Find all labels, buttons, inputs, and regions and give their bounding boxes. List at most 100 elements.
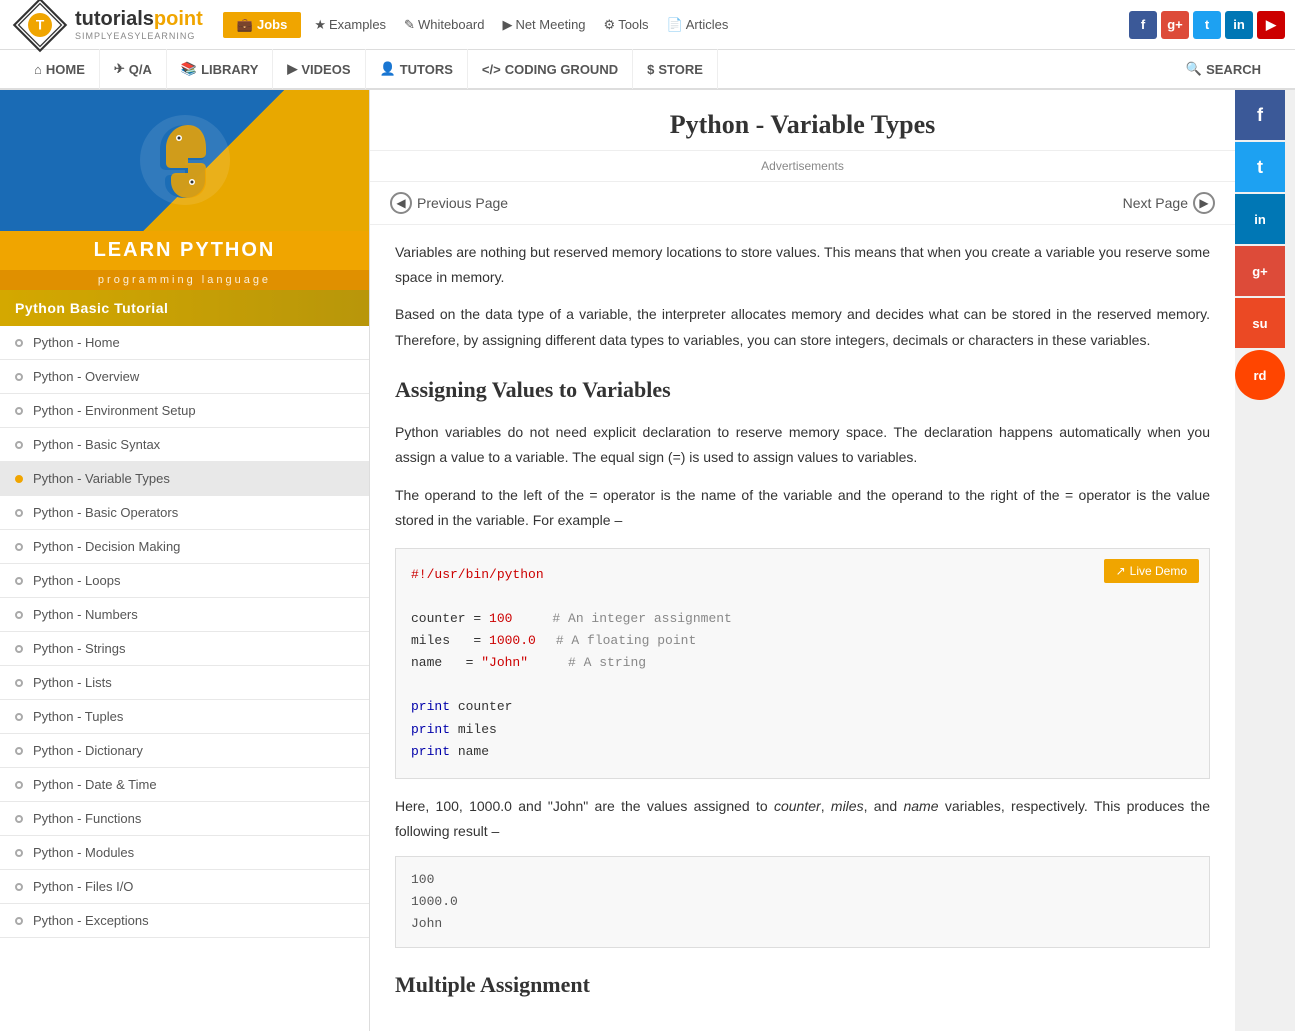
svg-text:T: T [36, 17, 45, 32]
qa-icon: ✈ [114, 61, 125, 77]
python-logo [135, 110, 235, 213]
prev-arrow-icon: ◀ [390, 192, 412, 214]
next-arrow-icon: ▶ [1193, 192, 1215, 214]
next-page-button[interactable]: Next Page ▶ [1123, 192, 1215, 214]
coding-icon: </> [482, 62, 501, 77]
sidebar-sub-label: programming language [0, 270, 369, 290]
whiteboard-link[interactable]: ✎ Whiteboard [399, 17, 489, 33]
sidebar-item-exceptions[interactable]: Python - Exceptions [0, 904, 369, 938]
sidebar-item-files[interactable]: Python - Files I/O [0, 870, 369, 904]
sidebar-item-environment[interactable]: Python - Environment Setup [0, 394, 369, 428]
sidebar-item-home[interactable]: Python - Home [0, 326, 369, 360]
dot-icon [15, 611, 23, 619]
social-icons-top: f g+ t in ▶ [1129, 11, 1285, 39]
library-icon: 📚 [181, 61, 197, 77]
content-area: Python - Variable Types Advertisements ◀… [370, 90, 1235, 1031]
python-logo-svg [135, 110, 235, 210]
sidebar-item-dictionary[interactable]: Python - Dictionary [0, 734, 369, 768]
stumbleupon-social-button[interactable]: su [1235, 298, 1285, 348]
previous-page-button[interactable]: ◀ Previous Page [390, 192, 508, 214]
logo[interactable]: T tutorialspoint SIMPLYEASYLEARNING [10, 0, 203, 55]
dot-icon [15, 645, 23, 653]
section1-paragraph-2: The operand to the left of the = operato… [395, 483, 1210, 533]
nav-store[interactable]: $ STORE [633, 49, 718, 89]
advertisements-label: Advertisements [370, 151, 1235, 182]
output-line-1: 100 [411, 869, 1194, 891]
gear-icon: ⚙ [604, 17, 616, 33]
page-title: Python - Variable Types [390, 110, 1215, 140]
nav-library[interactable]: 📚 LIBRARY [167, 49, 273, 89]
dot-icon [15, 917, 23, 925]
sidebar-section-header: Python Basic Tutorial [0, 290, 369, 326]
nav-search[interactable]: 🔍 Search [1172, 49, 1275, 89]
googleplus-social-button[interactable]: g+ [1235, 246, 1285, 296]
main-layout: LEARN PYTHON programming language Python… [0, 90, 1295, 1031]
output-line-2: 1000.0 [411, 891, 1194, 913]
nav-coding-ground[interactable]: </> CODING GROUND [468, 49, 633, 89]
youtube-top-icon[interactable]: ▶ [1257, 11, 1285, 39]
examples-icon: ★ [314, 17, 326, 33]
sidebar-item-lists[interactable]: Python - Lists [0, 666, 369, 700]
code-line-name: name = "John"# A string [411, 652, 1194, 674]
twitter-social-button[interactable]: t [1235, 142, 1285, 192]
sidebar-item-loops[interactable]: Python - Loops [0, 564, 369, 598]
search-icon: 🔍 [1186, 61, 1202, 77]
code-shebang: #!/usr/bin/python [411, 564, 1194, 586]
articles-link[interactable]: 📄 Articles [662, 17, 734, 33]
right-social-sidebar: f t in g+ su rd [1235, 90, 1295, 1031]
video-icon: ▶ [502, 17, 512, 33]
output-block: 100 1000.0 John [395, 856, 1210, 948]
nav-qa[interactable]: ✈ Q/A [100, 49, 167, 89]
videos-icon: ▶ [287, 61, 297, 77]
article-icon: 📄 [667, 17, 683, 33]
code-print-name: print name [411, 741, 1194, 763]
code-print-miles: print miles [411, 719, 1194, 741]
code-line-miles: miles = 1000.0# A floating point [411, 630, 1194, 652]
sidebar-item-strings[interactable]: Python - Strings [0, 632, 369, 666]
googleplus-top-icon[interactable]: g+ [1161, 11, 1189, 39]
sidebar-item-datetime[interactable]: Python - Date & Time [0, 768, 369, 802]
sidebar-learn-label: LEARN PYTHON [0, 231, 369, 270]
dot-icon [15, 373, 23, 381]
code-print-counter: print counter [411, 696, 1194, 718]
code-line-counter: counter = 100# An integer assignment [411, 608, 1194, 630]
sidebar-item-syntax[interactable]: Python - Basic Syntax [0, 428, 369, 462]
result-paragraph: Here, 100, 1000.0 and "John" are the val… [395, 794, 1210, 844]
facebook-social-button[interactable]: f [1235, 90, 1285, 140]
reddit-social-button[interactable]: rd [1235, 350, 1285, 400]
external-link-icon: ↗ [1116, 564, 1126, 578]
tools-link[interactable]: ⚙ Tools [599, 17, 654, 33]
dot-icon [15, 339, 23, 347]
linkedin-top-icon[interactable]: in [1225, 11, 1253, 39]
code-block-1: ↗ Live Demo #!/usr/bin/python counter = … [395, 548, 1210, 779]
jobs-button[interactable]: 💼 Jobs [223, 12, 302, 38]
top-links: 💼 Jobs ★ Examples ✎ Whiteboard ▶ Net Mee… [223, 12, 1129, 38]
top-navigation: T tutorialspoint SIMPLYEASYLEARNING 💼 Jo… [0, 0, 1295, 50]
nav-tutors[interactable]: 👤 TUTORS [366, 49, 468, 89]
nav-home[interactable]: ⌂ HOME [20, 49, 100, 89]
dot-icon [15, 713, 23, 721]
section1-paragraph-1: Python variables do not need explicit de… [395, 420, 1210, 470]
sidebar-item-operators[interactable]: Python - Basic Operators [0, 496, 369, 530]
logo-icon: T [10, 0, 70, 55]
sidebar-banner: LEARN PYTHON programming language [0, 90, 369, 290]
sidebar-item-modules[interactable]: Python - Modules [0, 836, 369, 870]
sidebar-item-decision[interactable]: Python - Decision Making [0, 530, 369, 564]
logo-text: tutorialspoint SIMPLYEASYLEARNING [75, 8, 203, 41]
net-meeting-link[interactable]: ▶ Net Meeting [497, 17, 590, 33]
dot-icon [15, 747, 23, 755]
live-demo-button[interactable]: ↗ Live Demo [1104, 559, 1199, 583]
nav-videos[interactable]: ▶ VIDEOS [273, 49, 365, 89]
facebook-top-icon[interactable]: f [1129, 11, 1157, 39]
sidebar-item-functions[interactable]: Python - Functions [0, 802, 369, 836]
sidebar-item-numbers[interactable]: Python - Numbers [0, 598, 369, 632]
sidebar-item-tuples[interactable]: Python - Tuples [0, 700, 369, 734]
twitter-top-icon[interactable]: t [1193, 11, 1221, 39]
dot-icon [15, 781, 23, 789]
sidebar-item-overview[interactable]: Python - Overview [0, 360, 369, 394]
linkedin-social-button[interactable]: in [1235, 194, 1285, 244]
examples-link[interactable]: ★ Examples [309, 17, 391, 33]
intro-paragraph-1: Variables are nothing but reserved memor… [395, 240, 1210, 290]
sidebar-item-variable-types[interactable]: Python - Variable Types [0, 462, 369, 496]
whiteboard-icon: ✎ [404, 17, 415, 33]
